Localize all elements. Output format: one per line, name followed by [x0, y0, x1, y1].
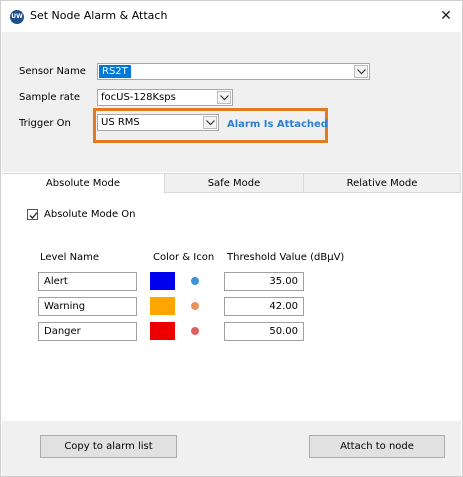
tab-absolute-mode[interactable]: Absolute Mode [2, 173, 165, 194]
dialog-window: UW Set Node Alarm & Attach ✕ Sensor Name… [0, 0, 463, 477]
sample-rate-label: Sample rate [19, 92, 80, 103]
chevron-down-icon[interactable] [354, 65, 368, 78]
chevron-down-icon[interactable] [217, 91, 231, 104]
threshold-field-warning[interactable]: 42.00 [224, 297, 304, 316]
app-icon: UW [10, 10, 24, 24]
status-dot-icon[interactable] [191, 277, 199, 285]
close-icon[interactable]: ✕ [434, 5, 458, 27]
color-swatch-alert[interactable] [150, 272, 175, 290]
title-bar: UW Set Node Alarm & Attach ✕ [1, 1, 462, 32]
status-dot-icon[interactable] [191, 302, 199, 310]
attach-to-node-button[interactable]: Attach to node [309, 435, 445, 458]
alarm-status-text: Alarm Is Attached [227, 119, 328, 130]
threshold-header: Threshold Value (dBµV) [227, 252, 345, 263]
level-name-field-danger[interactable]: Danger [38, 322, 137, 341]
tab-relative-mode[interactable]: Relative Mode [304, 173, 461, 193]
trigger-on-label: Trigger On [19, 118, 71, 129]
color-swatch-warning[interactable] [150, 297, 175, 315]
sample-rate-select[interactable]: focUS-128Ksps [97, 89, 233, 106]
sample-rate-value: focUS-128Ksps [101, 92, 176, 103]
checkmark-icon [29, 212, 38, 219]
sensor-name-select[interactable]: RS2T [97, 63, 370, 80]
copy-to-alarm-list-button[interactable]: Copy to alarm list [40, 435, 177, 458]
level-name-header: Level Name [40, 252, 100, 263]
status-dot-icon[interactable] [191, 327, 199, 335]
absolute-mode-checkbox[interactable] [27, 209, 38, 220]
level-name-field-alert[interactable]: Alert [38, 272, 137, 291]
sensor-name-value: RS2T [99, 65, 131, 78]
color-swatch-danger[interactable] [150, 322, 175, 340]
absolute-mode-label: Absolute Mode On [44, 209, 136, 220]
sensor-name-label: Sensor Name [19, 66, 86, 77]
threshold-field-danger[interactable]: 50.00 [224, 322, 304, 341]
tab-safe-mode[interactable]: Safe Mode [165, 173, 304, 193]
level-name-field-warning[interactable]: Warning [38, 297, 137, 316]
threshold-field-alert[interactable]: 35.00 [224, 272, 304, 291]
color-icon-header: Color & Icon [153, 252, 215, 263]
window-title: Set Node Alarm & Attach [30, 9, 168, 22]
